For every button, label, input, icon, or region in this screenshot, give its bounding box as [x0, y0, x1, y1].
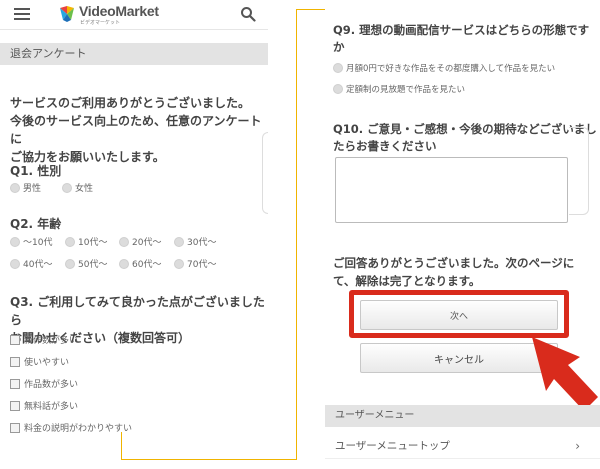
option-label: 使いやすい — [24, 358, 70, 368]
highlight-box — [349, 290, 569, 338]
panel-edge-decoration — [262, 132, 268, 214]
connector-line — [296, 9, 297, 460]
q10-label-line: たらお書きください — [333, 139, 437, 153]
checkbox[interactable] — [10, 378, 20, 389]
option-label: 作品数が多い — [24, 380, 79, 390]
q10-label: Q10. ご意見・ご感想・今後の期待などございまし たらお書きください — [333, 121, 597, 155]
option-label: 30代〜 — [187, 238, 217, 248]
survey-section-title: 退会アンケート — [0, 43, 268, 65]
option-label: 〜10代 — [23, 238, 53, 248]
radio-button[interactable] — [10, 236, 20, 247]
q3-option[interactable]: 使いやすい — [10, 355, 69, 368]
option-label: 50代〜 — [78, 260, 108, 270]
radio-button[interactable] — [174, 258, 184, 269]
videomarket-logo-icon — [60, 6, 74, 22]
radio-button[interactable] — [119, 258, 129, 269]
option-label: 定額制の見放題で作品を見たい — [346, 85, 466, 95]
connector-line — [121, 459, 297, 460]
option-label: 70代〜 — [187, 260, 217, 270]
feedback-textarea[interactable] — [335, 157, 568, 223]
q1-option-female[interactable]: 女性 — [62, 181, 93, 194]
option-label: 男性 — [23, 184, 42, 194]
survey-intro: サービスのご利用ありがとうございました。 今後のサービス向上のため、任意のアンケ… — [10, 94, 265, 166]
connector-line — [121, 432, 122, 460]
menu-item-label: ユーザーメニュートップ — [335, 440, 450, 452]
option-label: 40代〜 — [23, 260, 53, 270]
left-screen: VideoMarket ビデオマーケット 退会アンケート サービスのご利用ありが… — [0, 0, 268, 469]
radio-button[interactable] — [10, 258, 20, 269]
completion-line: て、解除は完了となります。 — [333, 274, 481, 288]
radio-button[interactable] — [119, 236, 129, 247]
q3-option[interactable]: 料金の説明がわかりやすい — [10, 421, 132, 434]
option-label: 無料話が多い — [24, 402, 79, 412]
q3-option[interactable]: 作品数が多い — [10, 377, 78, 390]
hamburger-icon[interactable] — [14, 8, 30, 20]
checkbox[interactable] — [10, 334, 20, 345]
radio-button[interactable] — [65, 236, 75, 247]
right-screen: Q9. 理想の動画配信サービスはどちらの形態です か 月額0円で好きな作品をその… — [325, 0, 600, 469]
option-label: 料金の説明がわかりやすい — [24, 424, 133, 434]
top-bar: VideoMarket ビデオマーケット — [0, 0, 268, 30]
q3-option[interactable]: 無料話が多い — [10, 399, 78, 412]
completion-message: ご回答ありがとうございました。次のページに て、解除は完了となります。 — [333, 254, 591, 290]
q9-option[interactable]: 月額0円で好きな作品をその都度購入して作品を見たい — [333, 62, 555, 74]
q10-label-line: Q10. ご意見・ご感想・今後の期待などございまし — [333, 122, 597, 136]
option-label: 月額0円で好きな作品をその都度購入して作品を見たい — [346, 64, 556, 74]
search-icon[interactable] — [240, 6, 256, 22]
q3-option[interactable]: 新作数が多い — [10, 333, 78, 346]
option-label: 20代〜 — [132, 238, 162, 248]
radio-button[interactable] — [174, 236, 184, 247]
brand-subtitle: ビデオマーケット — [80, 20, 121, 26]
radio-button[interactable] — [333, 63, 343, 73]
checkbox[interactable] — [10, 400, 20, 411]
option-label: 10代〜 — [78, 238, 108, 248]
q2-option[interactable]: 30代〜 — [174, 235, 216, 248]
intro-line: 今後のサービス向上のため、任意のアンケートに — [10, 114, 262, 146]
completion-line: ご回答ありがとうございました。次のページに — [333, 256, 575, 270]
brand-name: VideoMarket — [79, 3, 159, 19]
q9-label-line: Q9. 理想の動画配信サービスはどちらの形態です — [333, 23, 590, 37]
user-menu-top-link[interactable]: ユーザーメニュートップ › — [325, 433, 600, 459]
radio-button[interactable] — [62, 182, 72, 193]
chevron-right-icon: › — [575, 439, 580, 453]
option-label: 新作数が多い — [24, 336, 79, 346]
q1-label: Q1. 性別 — [10, 164, 62, 178]
q2-option[interactable]: 70代〜 — [174, 257, 216, 270]
radio-button[interactable] — [10, 182, 20, 193]
q2-option[interactable]: 10代〜 — [65, 235, 107, 248]
q2-option[interactable]: 40代〜 — [10, 257, 52, 270]
user-menu-title: ユーザーメニュー — [325, 405, 600, 427]
radio-button[interactable] — [333, 84, 343, 94]
q2-option[interactable]: 20代〜 — [119, 235, 161, 248]
option-label: 60代〜 — [132, 260, 162, 270]
q2-option[interactable]: 60代〜 — [119, 257, 161, 270]
panel-edge-decoration — [569, 127, 589, 215]
cancel-button[interactable]: キャンセル — [360, 343, 558, 373]
q9-option[interactable]: 定額制の見放題で作品を見たい — [333, 83, 465, 95]
q3-label-line: Q3. ご利用してみて良かった点がございましたら — [10, 295, 265, 327]
q9-label: Q9. 理想の動画配信サービスはどちらの形態です か — [333, 22, 589, 56]
option-label: 女性 — [75, 184, 94, 194]
q1-option-male[interactable]: 男性 — [10, 181, 41, 194]
radio-button[interactable] — [65, 258, 75, 269]
q9-label-line: か — [333, 40, 345, 54]
q2-option[interactable]: 50代〜 — [65, 257, 107, 270]
pointer-arrow-icon — [532, 337, 598, 411]
q2-option[interactable]: 〜10代 — [10, 235, 52, 248]
intro-line: サービスのご利用ありがとうございました。 — [10, 96, 251, 110]
q2-label: Q2. 年齢 — [10, 217, 62, 231]
checkbox[interactable] — [10, 356, 20, 367]
checkbox[interactable] — [10, 422, 20, 433]
